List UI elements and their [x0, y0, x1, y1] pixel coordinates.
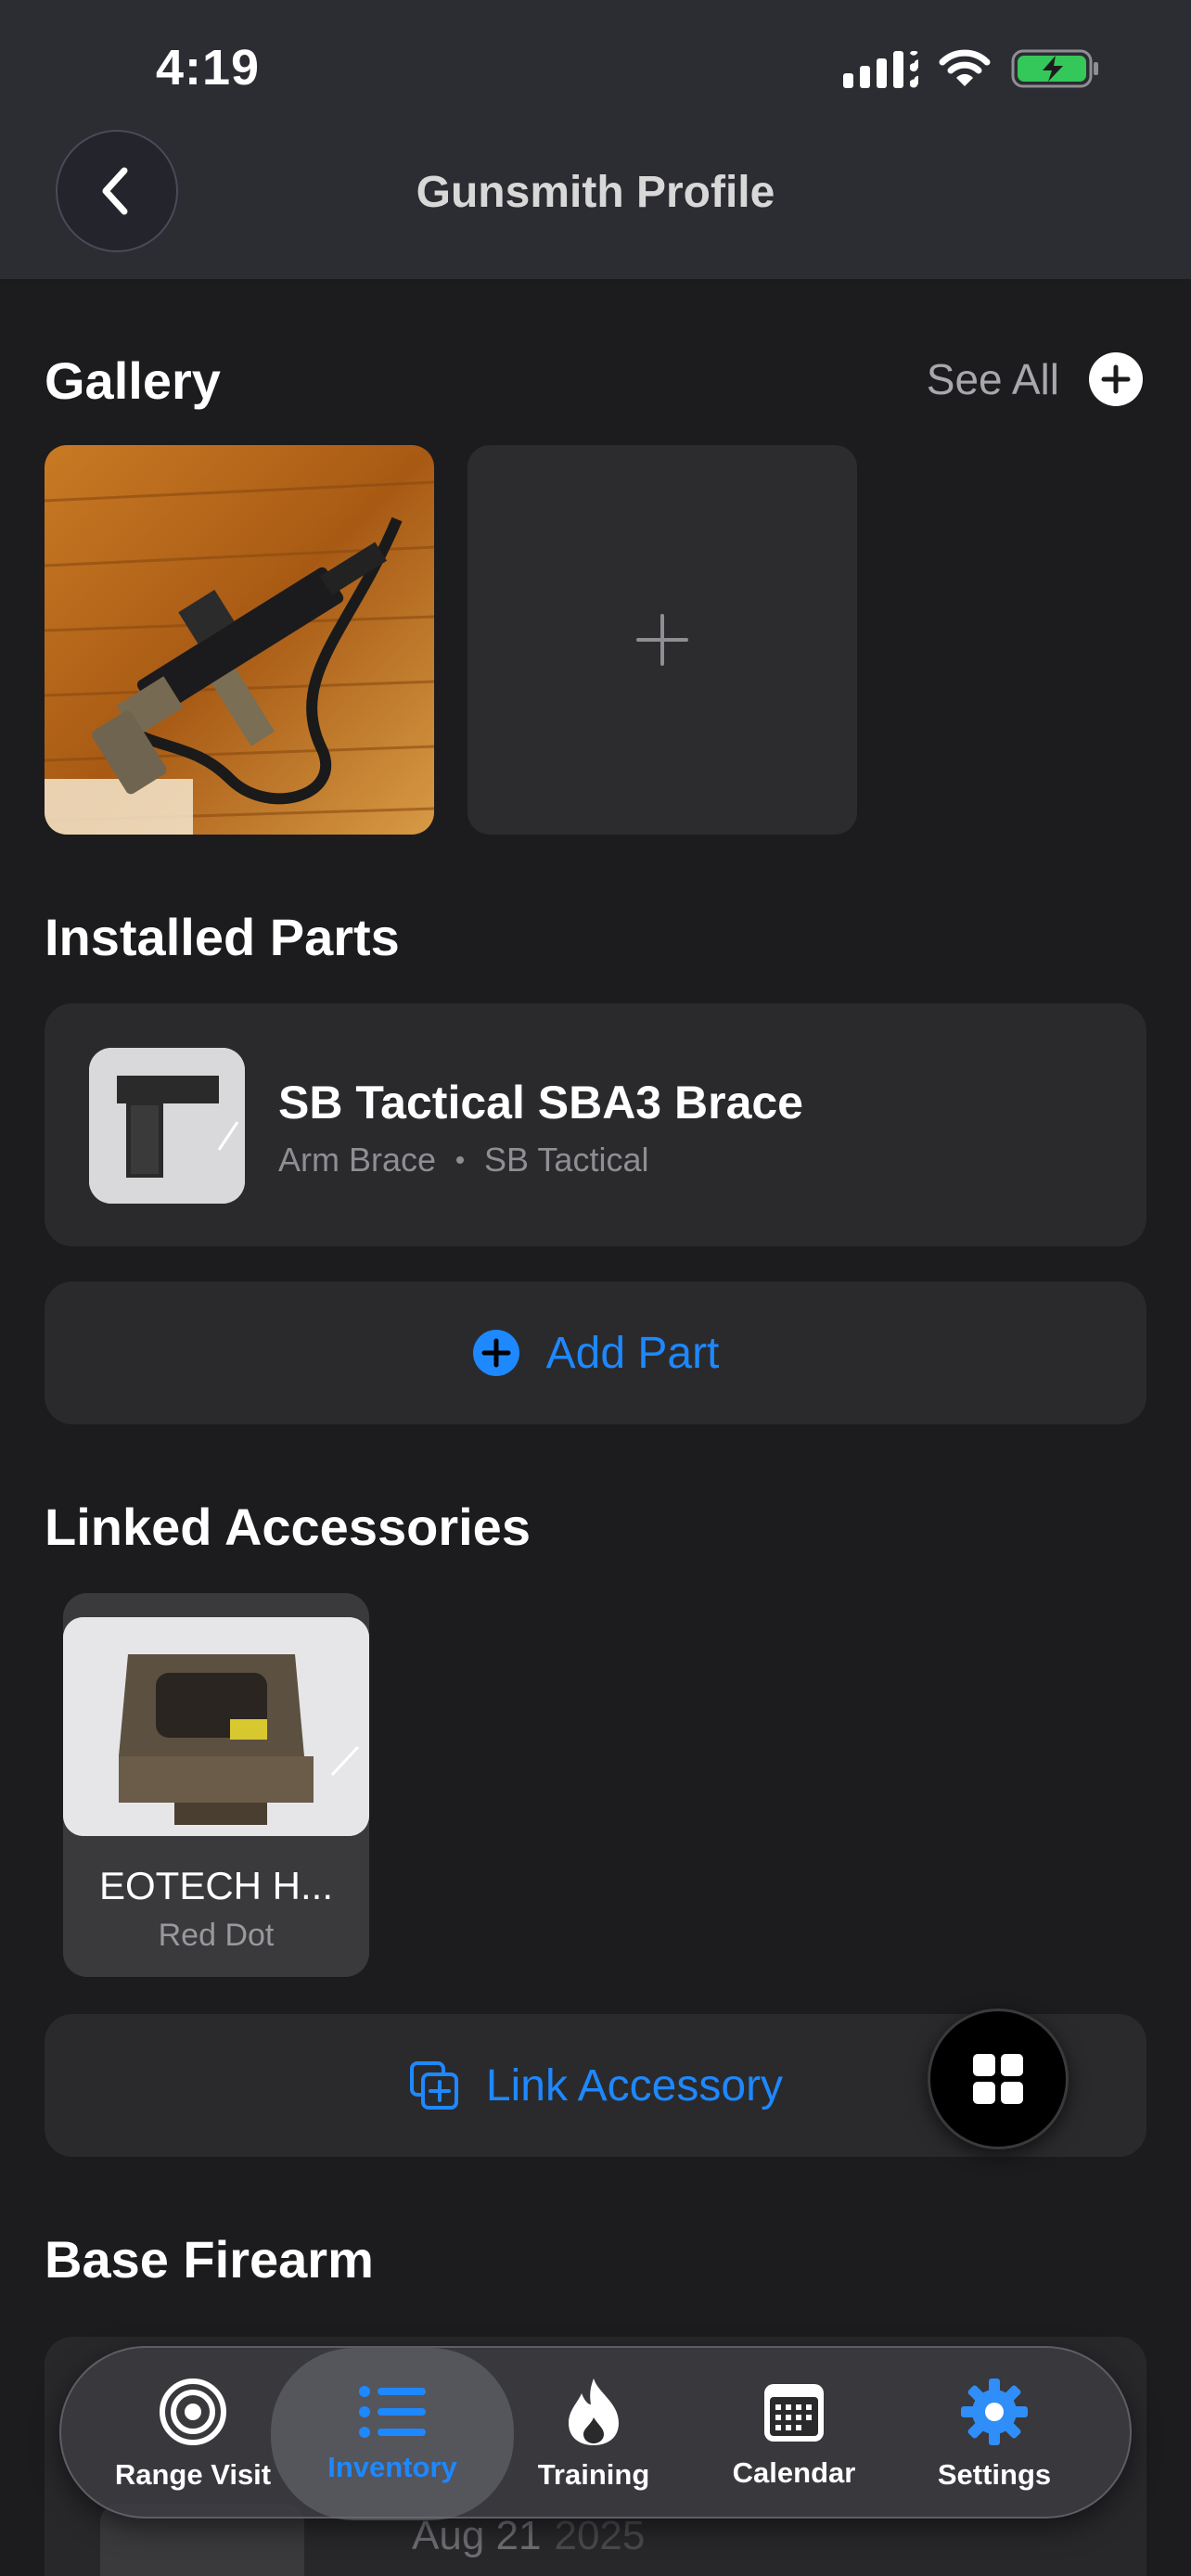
separator-dot	[456, 1156, 465, 1164]
add-part-label: Add Part	[545, 1328, 720, 1378]
flame-icon	[569, 2378, 619, 2445]
status-time: 4:19	[156, 40, 261, 96]
base-firearm-title: Base Firearm	[45, 2230, 374, 2289]
plus-icon	[636, 614, 688, 666]
tab-label: Inventory	[327, 2451, 457, 2483]
plus-circle-icon	[472, 1330, 519, 1376]
accessory-card[interactable]: EOTECH H... Red Dot	[63, 1593, 369, 1977]
firearm-photo-image	[45, 445, 434, 835]
add-gallery-photo-button[interactable]	[467, 445, 857, 835]
accessory-image	[63, 1617, 369, 1836]
linked-accessories-title: Linked Accessories	[45, 1498, 531, 1556]
part-brand: SB Tactical	[484, 1141, 649, 1179]
tab-calendar[interactable]: Calendar	[694, 2348, 894, 2520]
tab-training[interactable]: Training	[493, 2348, 694, 2520]
navigation-header: 4:19 Gunsmith Profile	[0, 0, 1191, 281]
part-category: Arm Brace	[278, 1141, 437, 1179]
tab-label: Settings	[937, 2458, 1052, 2491]
target-icon	[160, 2378, 226, 2445]
add-part-button[interactable]: Add Part	[45, 1282, 1146, 1424]
tab-label: Range Visit	[114, 2458, 272, 2491]
see-all-link[interactable]: See All	[927, 354, 1059, 404]
wifi-icon	[939, 49, 991, 88]
grid-icon	[973, 2054, 1023, 2104]
link-add-icon	[409, 2061, 458, 2110]
calendar-icon	[764, 2384, 824, 2442]
tab-bar: Range Visit Inventory Training Calendar	[59, 2346, 1132, 2520]
installed-part-row[interactable]: SB Tactical SBA3 Brace Arm Brace SB Tact…	[45, 1003, 1146, 1246]
accessory-name: EOTECH H...	[98, 1864, 334, 1907]
tab-label: Training	[537, 2458, 650, 2491]
accessory-type: Red Dot	[158, 1918, 275, 1953]
installed-parts-title: Installed Parts	[45, 908, 400, 966]
part-thumbnail	[89, 1048, 245, 1204]
brace-image	[89, 1048, 245, 1204]
gallery-photo[interactable]	[45, 445, 434, 835]
cellular-signal-icon	[843, 49, 918, 88]
link-accessory-label: Link Accessory	[485, 2060, 784, 2111]
add-photo-button[interactable]	[1089, 352, 1143, 406]
tab-inventory[interactable]: Inventory	[271, 2348, 514, 2520]
battery-icon	[1011, 48, 1100, 89]
holographic-sight-image	[63, 1617, 369, 1836]
status-icons	[843, 48, 1100, 89]
plus-icon	[1101, 364, 1131, 394]
part-meta: Arm Brace SB Tactical	[278, 1141, 648, 1180]
tab-range-visit[interactable]: Range Visit	[93, 2348, 293, 2520]
page-title: Gunsmith Profile	[416, 168, 775, 217]
part-name: SB Tactical SBA3 Brace	[278, 1077, 803, 1129]
gear-icon	[961, 2378, 1028, 2445]
quick-actions-button[interactable]	[928, 2009, 1069, 2149]
tab-label: Calendar	[732, 2456, 856, 2489]
gallery-title: Gallery	[45, 351, 221, 410]
list-icon	[359, 2386, 426, 2438]
tab-settings[interactable]: Settings	[894, 2348, 1095, 2520]
